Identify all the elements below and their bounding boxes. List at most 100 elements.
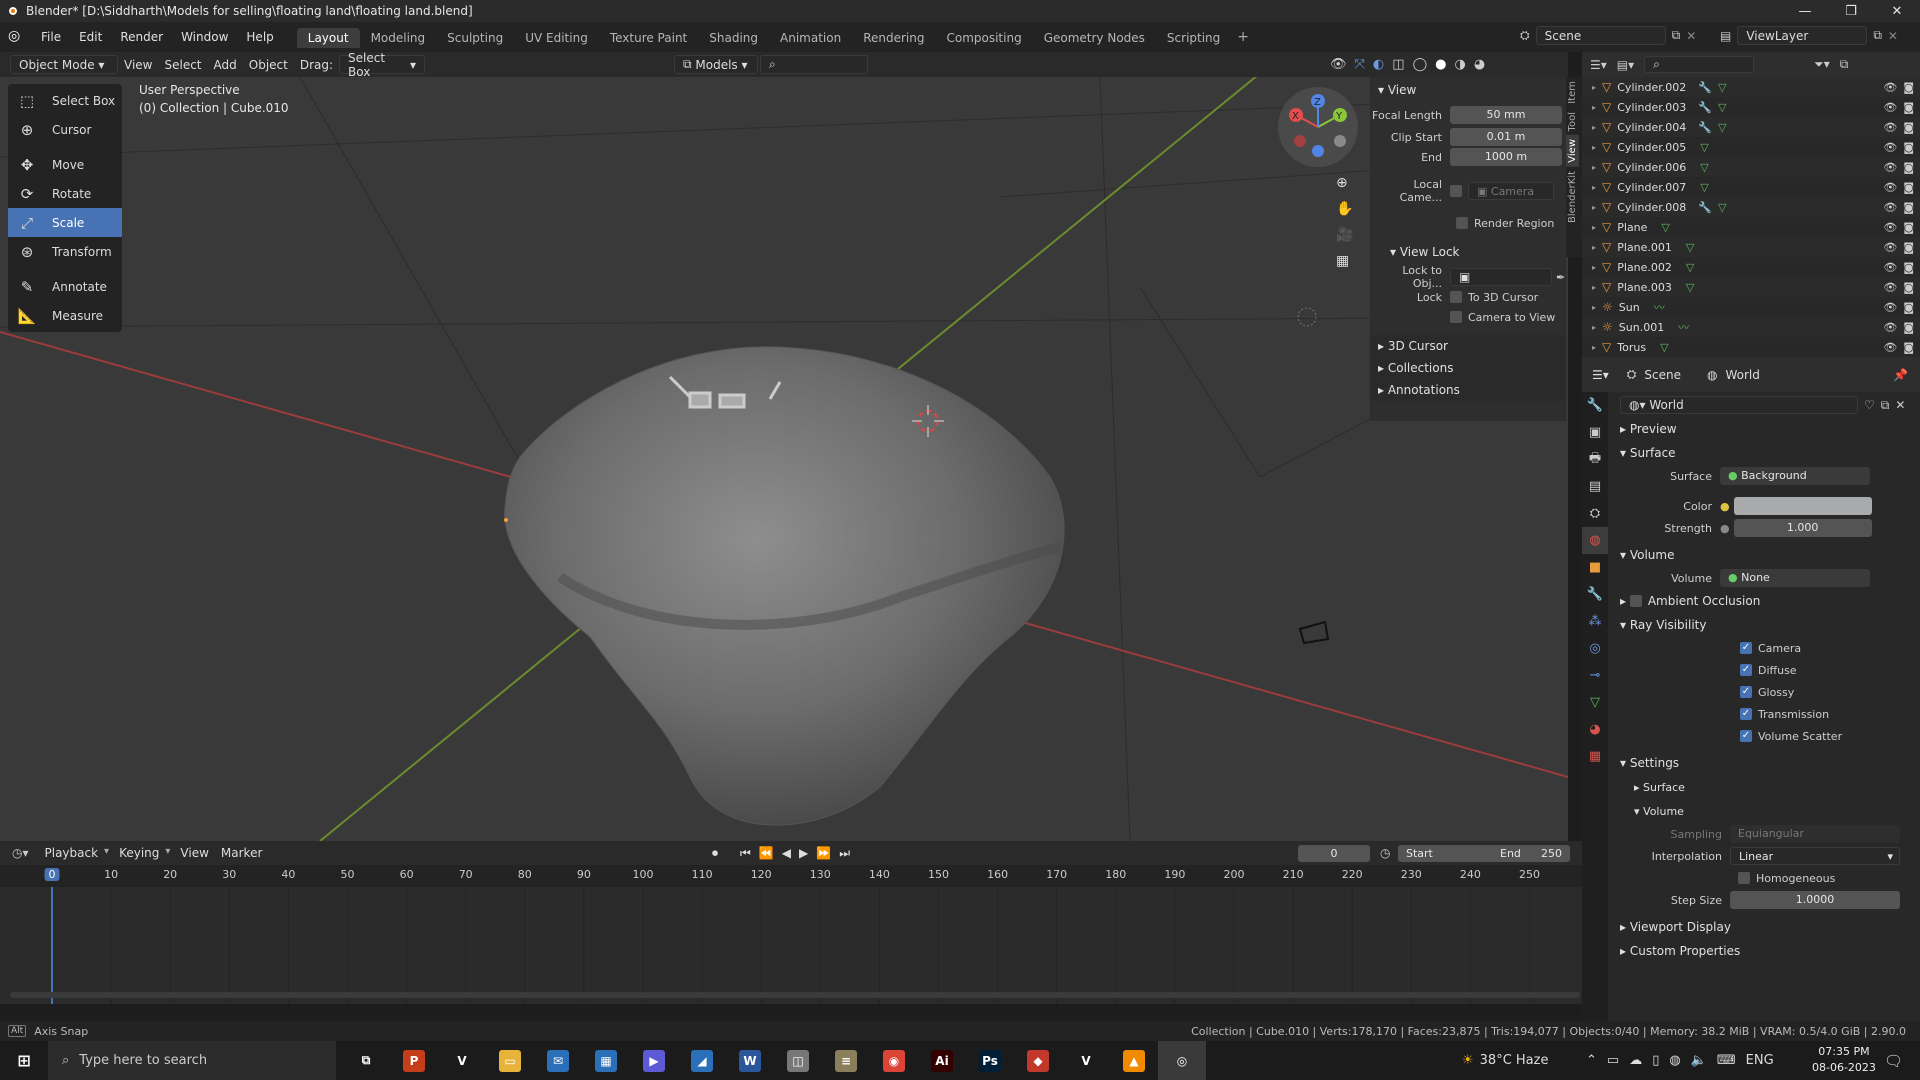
surface-shader-field[interactable]: ● Background [1720, 467, 1870, 485]
outliner-search[interactable]: ⌕ [1644, 56, 1755, 73]
navigation-gizmo[interactable]: X Y Z [1278, 87, 1358, 167]
expand-icon[interactable]: ▸ [1592, 203, 1596, 212]
play-reverse-icon[interactable]: ◀ [782, 846, 791, 861]
add-menu[interactable]: Add [208, 58, 243, 72]
record-icon[interactable]: ⏺ [712, 846, 718, 861]
timeline-menu-marker[interactable]: Marker [215, 846, 268, 860]
taskbar-app-blue-icon[interactable]: ◢ [678, 1041, 726, 1080]
delete-scene-icon[interactable]: ✕ [1686, 29, 1696, 43]
eye-visibility-icon[interactable]: 👁 [1883, 161, 1897, 174]
eye-visibility-icon[interactable]: 👁 [1883, 241, 1897, 254]
npanel-tab-blenderkit[interactable]: BlenderKit [1566, 167, 1579, 227]
collection-selector[interactable]: ⧉ Models ▾ [674, 55, 758, 74]
expand-icon[interactable]: ▸ [1592, 163, 1596, 172]
battery-icon[interactable]: ▯ [1652, 1053, 1659, 1068]
eye-visibility-icon[interactable]: 👁 [1883, 301, 1897, 314]
settings-panel[interactable]: ▾ Settings [1620, 751, 1916, 775]
eye-visibility-icon[interactable]: 👁 [1883, 321, 1897, 334]
volume-icon[interactable]: 🔈 [1691, 1053, 1707, 1068]
outliner-row[interactable]: ▸ ▽ Plane.002 ▽ 👁 ◙ [1582, 257, 1920, 277]
tool-measure[interactable]: 📐 Measure [8, 301, 122, 330]
taskbar-vectorizer-icon[interactable]: V [438, 1041, 486, 1080]
start-button[interactable]: ⊞ [0, 1041, 48, 1080]
taskbar-vscode-like-icon[interactable]: V [1062, 1041, 1110, 1080]
render-camera-icon[interactable]: ◙ [1903, 321, 1914, 334]
jump-end-icon[interactable]: ⏭ [839, 846, 850, 861]
tool-rotate[interactable]: ⟳ Rotate [8, 179, 122, 208]
view-layer-tab-icon[interactable]: ▤ [1582, 473, 1608, 500]
blender-menu-icon[interactable]: ◎ [8, 28, 26, 46]
fake-user-icon[interactable]: ♡ [1864, 398, 1875, 412]
tab-texture-paint[interactable]: Texture Paint [599, 28, 698, 48]
eye-visibility-icon[interactable]: 👁 [1883, 261, 1897, 274]
tray-chevron-icon[interactable]: ⌃ [1586, 1053, 1597, 1068]
taskbar-powerpoint-icon[interactable]: P [390, 1041, 438, 1080]
render-camera-icon[interactable]: ◙ [1903, 121, 1914, 134]
viewlayer-icon[interactable]: ▤ [1720, 29, 1731, 43]
tab-rendering[interactable]: Rendering [852, 28, 935, 48]
clock[interactable]: 07:35 PM 08-06-2023 [1812, 1044, 1876, 1076]
timer-icon[interactable]: ◷ [1380, 846, 1390, 860]
scene-tab-icon[interactable]: ⛭ [1582, 500, 1608, 527]
render-camera-icon[interactable]: ◙ [1903, 161, 1914, 174]
expand-icon[interactable]: ▸ [1592, 343, 1596, 352]
annotations-section[interactable]: ▸ Annotations [1370, 379, 1566, 401]
expand-icon[interactable]: ▸ [1592, 263, 1596, 272]
material-tab-icon[interactable]: ◕ [1582, 716, 1608, 743]
tool-scale[interactable]: ⤢ Scale [8, 208, 122, 237]
ray-diffuse-checkbox[interactable] [1740, 664, 1752, 676]
outliner-row[interactable]: ▸ ▽ Plane.003 ▽ 👁 ◙ [1582, 277, 1920, 297]
custom-properties-panel[interactable]: ▸ Custom Properties [1620, 939, 1916, 963]
end-frame-field[interactable]: End 250 [1492, 844, 1570, 862]
view-lock-section-header[interactable]: ▾ View Lock [1370, 241, 1566, 263]
solid-icon[interactable]: ● [1435, 57, 1446, 72]
weather-icon[interactable]: ☀ [1462, 1053, 1474, 1068]
cloud-icon[interactable]: ☁ [1629, 1053, 1642, 1068]
tab-geometry-nodes[interactable]: Geometry Nodes [1033, 28, 1156, 48]
modifier-tab-icon[interactable]: 🔧 [1582, 581, 1608, 608]
weather-text[interactable]: 38°C Haze [1480, 1053, 1549, 1068]
eye-visibility-icon[interactable]: 👁 [1883, 141, 1897, 154]
step-size-field[interactable]: 1.0000 [1730, 891, 1900, 909]
filter-icon[interactable]: ⏷▾ [1814, 57, 1830, 72]
settings-volume-subpanel[interactable]: ▾ Volume [1620, 799, 1916, 823]
tool-tab-icon[interactable]: 🔧 [1582, 392, 1608, 419]
menu-help[interactable]: Help [237, 30, 282, 44]
view-section-header[interactable]: ▾ View [1370, 79, 1566, 101]
zoom-icon[interactable]: ⊕ [1336, 175, 1353, 191]
render-camera-icon[interactable]: ◙ [1903, 81, 1914, 94]
eye-visibility-icon[interactable]: 👁 [1883, 201, 1897, 214]
npanel-tab-tool[interactable]: Tool [1566, 108, 1579, 135]
props-editor-type-icon[interactable]: ☰▾ [1592, 368, 1609, 382]
eye-visibility-icon[interactable]: 👁 [1883, 281, 1897, 294]
focal-length-field[interactable]: 50 mm [1450, 106, 1562, 124]
timeline-menu-keying[interactable]: Keying [113, 846, 165, 860]
render-camera-icon[interactable]: ◙ [1903, 301, 1914, 314]
jump-start-icon[interactable]: ⏮ [740, 846, 751, 861]
taskbar-app-gray-icon[interactable]: ◫ [774, 1041, 822, 1080]
minimize-button[interactable]: — [1782, 0, 1828, 22]
ambient-occlusion-checkbox[interactable] [1629, 595, 1642, 607]
select-menu[interactable]: Select [158, 58, 207, 72]
npanel-tab-view[interactable]: View [1566, 135, 1579, 167]
taskbar-word-icon[interactable]: W [726, 1041, 774, 1080]
play-icon[interactable]: ▶ [799, 846, 808, 861]
outliner-row[interactable]: ▸ ▽ Cylinder.003 🔧 ▽ 👁 ◙ [1582, 97, 1920, 117]
render-camera-icon[interactable]: ◙ [1903, 341, 1914, 354]
timeline-scrollbar[interactable] [10, 992, 1580, 998]
expand-icon[interactable]: ▸ [1592, 283, 1596, 292]
new-scene-icon[interactable]: ⧉ [1672, 28, 1681, 43]
taskbar-file-explorer-icon[interactable]: ▭ [486, 1041, 534, 1080]
expand-icon[interactable]: ▸ [1592, 303, 1596, 312]
physics-tab-icon[interactable]: ◎ [1582, 635, 1608, 662]
pin-icon[interactable]: 📌 [1893, 368, 1908, 382]
next-keyframe-icon[interactable]: ⏩ [816, 846, 831, 861]
network-icon[interactable]: ◍ [1669, 1053, 1680, 1068]
interpolation-dropdown[interactable]: Linear ▾ [1730, 847, 1900, 865]
eye-visibility-icon[interactable]: 👁 [1883, 121, 1897, 134]
tab-layout[interactable]: Layout [296, 28, 360, 48]
taskbar-app-stack-icon[interactable]: ≡ [822, 1041, 870, 1080]
expand-icon[interactable]: ▸ [1592, 183, 1596, 192]
clip-start-field[interactable]: 0.01 m [1450, 128, 1562, 146]
taskbar-search[interactable]: ⌕ Type here to search [48, 1041, 336, 1080]
